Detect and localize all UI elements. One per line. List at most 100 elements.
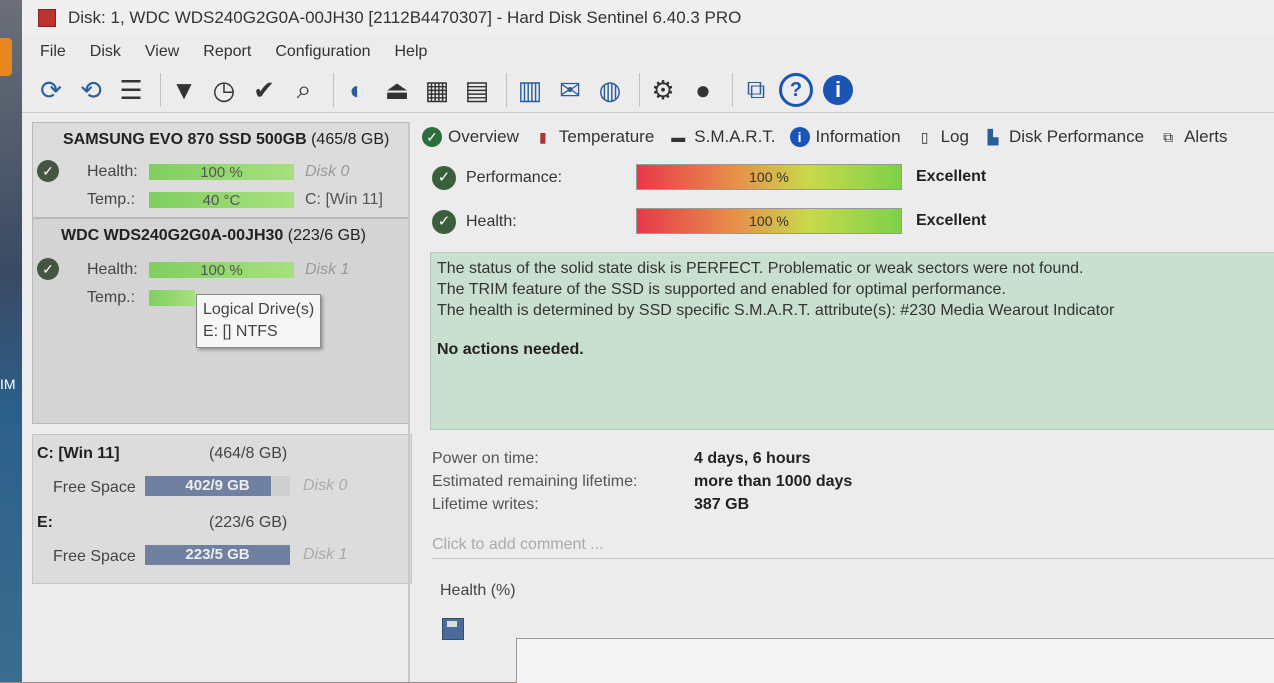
disk-name: WDC WDS240G2G0A-00JH30 (61, 227, 284, 244)
disk-entry-0[interactable]: SAMSUNG EVO 870 SSD 500GB (465/8 GB) ✓ H… (32, 122, 410, 218)
health-bar: 100 % (149, 262, 294, 279)
menu-help[interactable]: Help (394, 43, 427, 61)
logical-drives-tooltip: Logical Drive(s) E: [] NTFS (196, 294, 322, 348)
taskbar-app-icon[interactable] (0, 38, 12, 76)
toolbar-separator (160, 73, 161, 107)
comment-field[interactable]: Click to add comment ... (432, 536, 1274, 559)
power-on-label: Power on time: (432, 450, 539, 467)
health-value: 100 % (200, 164, 243, 181)
disk-number: Disk 1 (305, 261, 350, 278)
toolbar: ⟳ ⟲ ☰ ▼ ◷ ✔ ⌕ ◐ ⏏ ▦ ▤ ▥ ✉ ◍ ⚙ ● ⧉ ? i (22, 68, 1274, 113)
status-line: The status of the solid state disk is PE… (437, 260, 1084, 277)
health-summary-value: 100 % (749, 213, 789, 229)
help-icon[interactable]: ? (779, 73, 813, 107)
performance-row: ✓ Performance: 100 % Excellent (432, 164, 1232, 194)
menu-view[interactable]: View (145, 43, 179, 61)
disk-test-check-icon[interactable]: ✔ (247, 73, 281, 107)
tab-label: Temperature (558, 127, 655, 146)
tab-temperature[interactable]: ▮ Temperature (533, 127, 654, 147)
disk-test-icon[interactable]: ▼ (167, 73, 201, 107)
check-icon: ✓ (37, 160, 59, 182)
status-description: The status of the solid state disk is PE… (430, 252, 1274, 430)
disk-list-panel: SAMSUNG EVO 870 SSD 500GB (465/8 GB) ✓ H… (32, 122, 412, 682)
settings-icon[interactable]: ⚙ (646, 73, 680, 107)
tab-disk-performance[interactable]: ▙ Disk Performance (983, 127, 1145, 147)
tab-alerts[interactable]: ⧉ Alerts (1158, 127, 1227, 147)
free-space-value: 402/9 GB (185, 477, 250, 494)
temp-label: Temp.: (87, 191, 136, 208)
health-chart-label: Health (%) (440, 582, 516, 599)
screenshot-icon[interactable]: ⧉ (739, 73, 773, 107)
volume-name[interactable]: C: [Win 11] (37, 445, 120, 463)
tools-icon[interactable]: ● (686, 73, 720, 107)
free-space-label: Free Space (53, 479, 136, 496)
disk-list-icon[interactable]: ☰ (114, 73, 148, 107)
menu-configuration[interactable]: Configuration (275, 43, 370, 61)
disk-number: Disk 0 (305, 163, 350, 180)
info-icon[interactable]: i (823, 75, 853, 105)
health-label: Health: (466, 213, 517, 230)
volume-disk: Disk 0 (303, 477, 348, 494)
lifetime-value: more than 1000 days (694, 473, 853, 490)
health-label: Health: (87, 261, 138, 278)
temp-bar (149, 290, 195, 306)
save-icon[interactable] (442, 618, 464, 640)
toolbar-separator (732, 73, 733, 107)
eject-icon[interactable]: ⏏ (380, 73, 414, 107)
tab-label: Disk Performance (1008, 127, 1145, 146)
writes-value: 387 GB (694, 496, 750, 513)
health-value: 100 % (200, 262, 243, 279)
tab-label: Log (940, 127, 969, 146)
tab-label: Information (815, 127, 901, 146)
disk-name: SAMSUNG EVO 870 SSD 500GB (63, 131, 307, 148)
menu-file[interactable]: File (40, 43, 66, 61)
volume-name[interactable]: E: (37, 514, 53, 532)
free-space-label: Free Space (53, 548, 136, 565)
volume-disk: Disk 1 (303, 546, 348, 563)
tab-smart[interactable]: ▬ S.M.A.R.T. (668, 127, 775, 147)
panel-divider[interactable] (408, 122, 410, 682)
menu-disk[interactable]: Disk (90, 43, 121, 61)
check-icon: ✓ (422, 127, 442, 147)
disk-test-clock-icon[interactable]: ◷ (207, 73, 241, 107)
health-bar: 100 % (149, 164, 294, 181)
performance-bar: 100 % (636, 164, 902, 190)
refresh-alert-icon[interactable]: ⟲ (74, 73, 108, 107)
disk-capacity: (465/8 GB) (311, 131, 390, 148)
lifetime-info: Power on time: 4 days, 6 hours Estimated … (432, 450, 1032, 519)
volume-size: (223/6 GB) (209, 514, 288, 531)
volume-label: C: [Win 11] (305, 191, 383, 208)
volume-list: C: [Win 11] (464/8 GB) Free Space 402/9 … (32, 434, 412, 584)
status-action: No actions needed. (437, 341, 584, 358)
toolbar-separator (506, 73, 507, 107)
temp-label: Temp.: (87, 289, 136, 306)
lifetime-label: Estimated remaining lifetime: (432, 473, 638, 490)
check-icon: ✓ (432, 210, 456, 234)
report-icon[interactable]: ▥ (513, 73, 547, 107)
free-space-value: 223/5 GB (185, 546, 250, 563)
disk-title: SAMSUNG EVO 870 SSD 500GB (465/8 GB) (33, 123, 409, 149)
desktop-label: IM (0, 376, 16, 392)
disk-tools-icon[interactable]: ▦ (420, 73, 454, 107)
power-on-value: 4 days, 6 hours (694, 450, 811, 467)
health-rating: Excellent (916, 212, 987, 229)
menu-report[interactable]: Report (203, 43, 251, 61)
tab-bar: ✓ Overview ▮ Temperature ▬ S.M.A.R.T. i Info… (422, 122, 1274, 152)
health-row: ✓ Health: 100 % Disk 1 (33, 255, 409, 283)
app-window: Disk: 1, WDC WDS240G2G0A-00JH30 [2112B44… (22, 0, 1274, 683)
health-label: Health: (87, 163, 138, 180)
tab-label: S.M.A.R.T. (694, 127, 776, 146)
surface-icon[interactable]: ◐ (340, 73, 374, 107)
tab-label: Alerts (1184, 127, 1228, 146)
tab-log[interactable]: ▯ Log (915, 127, 969, 147)
mail-icon[interactable]: ✉ (553, 73, 587, 107)
tab-information[interactable]: i Information (789, 127, 901, 147)
health-row: ✓ Health: 100 % Disk 0 (33, 157, 409, 185)
power-on-row: Power on time: 4 days, 6 hours (432, 450, 1032, 473)
temp-row: Temp.: 40 °C C: [Win 11] (33, 185, 409, 213)
disk-test-search-icon[interactable]: ⌕ (287, 73, 321, 107)
tab-overview[interactable]: ✓ Overview (422, 127, 519, 147)
refresh-icon[interactable]: ⟳ (34, 73, 68, 107)
disk-export-icon[interactable]: ▤ (460, 73, 494, 107)
globe-icon[interactable]: ◍ (593, 73, 627, 107)
